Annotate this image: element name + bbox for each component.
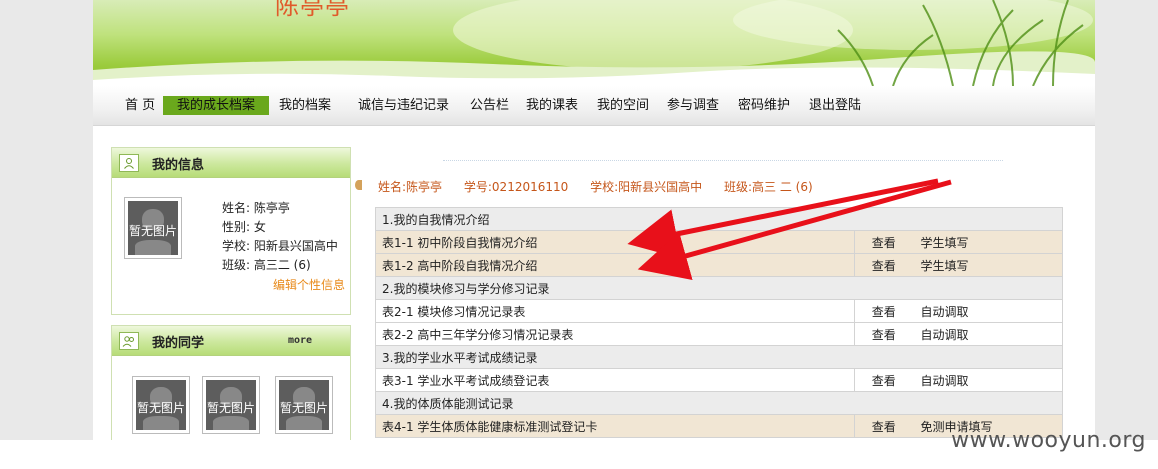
nav-home[interactable]: 首 页: [125, 97, 155, 115]
nav-my-schedule[interactable]: 我的课表: [526, 97, 578, 115]
student-class: 班级:高三 二 (6): [723, 180, 813, 194]
my-info-panel: 我的信息 暂无图片 姓名: 陈亭亭 性别: 女 学校: 阳新县兴国高中 班级: …: [111, 147, 351, 315]
record-source: 学生填写: [912, 230, 1063, 254]
record-title: 表2-2 高中三年学分修习情况记录表: [375, 322, 855, 346]
my-info-title: 我的信息: [152, 158, 205, 173]
classmate-photo-text: 暂无图片: [136, 401, 185, 415]
record-title: 表3-1 学业水平考试成绩登记表: [375, 368, 855, 392]
view-link[interactable]: 查看: [854, 322, 913, 346]
edit-profile-link[interactable]: 编辑个性信息: [273, 276, 345, 293]
record-title: 表1-1 初中阶段自我情况介绍: [375, 230, 855, 254]
student-summary-bar: 姓名:陈亭亭 学号:0212016110 学校:阳新县兴国高中 班级:高三 二 …: [355, 178, 831, 195]
nav-logout[interactable]: 退出登陆: [809, 97, 861, 115]
nav-my-archive[interactable]: 我的档案: [279, 97, 331, 115]
student-name: 姓名:陈亭亭: [378, 180, 443, 194]
section-label: 1.我的自我情况介绍: [375, 207, 1063, 231]
info-name: 姓名: 陈亭亭: [222, 201, 290, 215]
info-school: 学校: 阳新县兴国高中: [222, 239, 338, 253]
table-row: 表1-2 高中阶段自我情况介绍 查看 学生填写: [375, 253, 1063, 277]
page-container: 陈亭亭 首 页 我的成长档案 我的档案 诚信与违纪记录 公告栏 我的课表 我的空…: [93, 0, 1095, 440]
view-link[interactable]: 查看: [854, 230, 913, 254]
table-row: 表1-1 初中阶段自我情况介绍 查看 学生填写: [375, 230, 1063, 254]
classmate-photo[interactable]: 暂无图片: [132, 376, 190, 434]
avatar: 暂无图片: [124, 197, 182, 259]
table-section-row: 3.我的学业水平考试成绩记录: [375, 345, 1063, 369]
classmate-photo-text: 暂无图片: [279, 401, 328, 415]
student-id: 学号:0212016110: [463, 180, 569, 194]
nav-integrity-records[interactable]: 诚信与违纪记录: [358, 97, 449, 115]
nav-survey[interactable]: 参与调查: [667, 97, 719, 115]
banner-title-fragment: 陈亭亭: [275, 0, 350, 20]
view-link[interactable]: 查看: [854, 253, 913, 277]
record-source: 自动调取: [912, 322, 1063, 346]
avatar-placeholder-text: 暂无图片: [128, 223, 177, 238]
classmates-title: 我的同学: [152, 336, 205, 351]
table-section-row: 1.我的自我情况介绍: [375, 207, 1063, 231]
user-icon: [119, 154, 139, 172]
table-row: 表2-2 高中三年学分修习情况记录表 查看 自动调取: [375, 322, 1063, 346]
classmates-panel: 我的同学 more 暂无图片 暂无图片 暂无图片: [111, 325, 351, 440]
record-source: 学生填写: [912, 253, 1063, 277]
nav-password[interactable]: 密码维护: [738, 97, 790, 115]
nav-growth-archive[interactable]: 我的成长档案: [163, 96, 270, 115]
grass-decoration: [93, 0, 1095, 86]
section-label: 4.我的体质体能测试记录: [375, 391, 1063, 415]
classmate-photo[interactable]: 暂无图片: [202, 376, 260, 434]
record-title: 表1-2 高中阶段自我情况介绍: [375, 253, 855, 277]
classmates-more-link[interactable]: more: [288, 335, 312, 346]
section-label: 2.我的模块修习与学分修习记录: [375, 276, 1063, 300]
classmates-header: 我的同学 more: [112, 326, 350, 356]
record-title: 表2-1 模块修习情况记录表: [375, 299, 855, 323]
records-table: 1.我的自我情况介绍 表1-1 初中阶段自我情况介绍 查看 学生填写 表1-2 高中阶段…: [375, 207, 1063, 438]
view-link[interactable]: 查看: [854, 414, 913, 438]
nav-bulletin[interactable]: 公告栏: [470, 97, 509, 115]
bullet-icon: [355, 180, 362, 190]
users-icon: [119, 332, 139, 350]
table-section-row: 2.我的模块修习与学分修习记录: [375, 276, 1063, 300]
my-info-header: 我的信息: [112, 148, 350, 178]
record-title: 表4-1 学生体质体能健康标准测试登记卡: [375, 414, 855, 438]
view-link[interactable]: 查看: [854, 368, 913, 392]
view-link[interactable]: 查看: [854, 299, 913, 323]
divider: [443, 160, 1003, 162]
classmate-photo-text: 暂无图片: [206, 401, 255, 415]
header-banner: 陈亭亭: [93, 0, 1095, 86]
classmate-photo[interactable]: 暂无图片: [275, 376, 333, 434]
watermark: www.wooyun.org: [951, 428, 1146, 453]
info-gender: 性别: 女: [222, 220, 266, 234]
table-row: 表3-1 学业水平考试成绩登记表 查看 自动调取: [375, 368, 1063, 392]
info-class: 班级: 高三二 (6): [222, 258, 311, 272]
student-school: 学校:阳新县兴国高中: [590, 180, 703, 194]
section-label: 3.我的学业水平考试成绩记录: [375, 345, 1063, 369]
table-section-row: 4.我的体质体能测试记录: [375, 391, 1063, 415]
record-source: 自动调取: [912, 368, 1063, 392]
main-navbar: 首 页 我的成长档案 我的档案 诚信与违纪记录 公告栏 我的课表 我的空间 参与…: [93, 86, 1095, 126]
record-source: 自动调取: [912, 299, 1063, 323]
table-row: 表2-1 模块修习情况记录表 查看 自动调取: [375, 299, 1063, 323]
nav-my-space[interactable]: 我的空间: [597, 97, 649, 115]
